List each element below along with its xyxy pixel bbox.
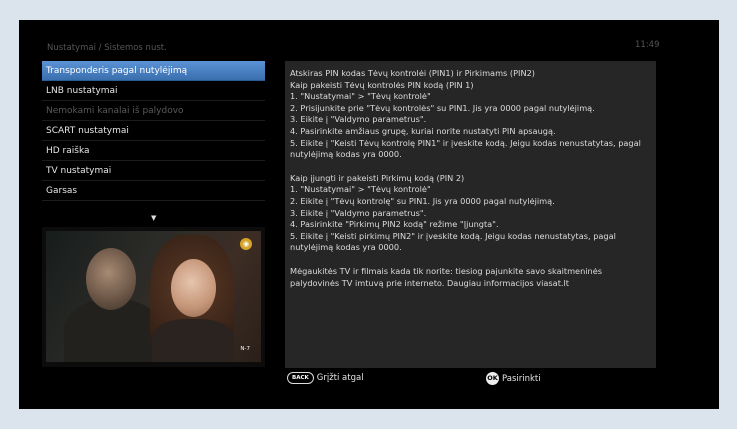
help-line: 4. Pasirinkite amžiaus grupę, kuriai nor… [290,125,556,136]
breadcrumb: Nustatymai / Sistemos nust. [47,43,167,53]
help-line: 1. "Nustatymai" > "Tėvų kontrolė" [290,184,431,195]
back-key-icon: BACK [287,372,314,384]
menu-item-free-satellite-channels: Nemokami kanalai iš palydovo [42,101,265,121]
help-text-panel: Atskiras PIN kodas Tėvų kontrolėi (PIN1)… [285,61,656,368]
help-line: 4. Pasirinkite "Pirkimų PIN2 kodą" režim… [290,219,499,230]
help-line: 3. Eikite į "Valdymo parametrus". [290,207,427,218]
help-line: 5. Eikite į "Keisti Tėvų kontrolę PIN1" … [290,137,641,160]
scroll-down-icon[interactable]: ▼ [151,214,156,222]
video-frame: ◉ N-7 [46,231,261,362]
clock: 11:49 [635,40,660,50]
help-line: 2. Prisijunkite prie "Tėvų kontrolės" su… [290,102,595,113]
menu-item-audio[interactable]: Garsas [42,181,265,201]
channel-logo-icon: ◉ [240,238,252,250]
help-line: 3. Eikite į "Valdymo parametrus". [290,114,427,125]
video-figure-woman-face [171,259,216,317]
help-line: 5. Eikite į "Keisti pirkimų PIN2" ir įve… [290,230,616,253]
select-button[interactable]: OK Pasirinkti [486,372,541,385]
menu-item-hd-resolution[interactable]: HD raiška [42,141,265,161]
menu-item-tv-settings[interactable]: TV nustatymai [42,161,265,181]
select-label: Pasirinkti [502,373,541,384]
help-line: Kaip pakeisti Tėvų kontrolės PIN kodą (P… [290,79,474,90]
back-button[interactable]: BACK Grįžti atgal [287,372,364,384]
help-promo: Mėgaukitės TV ir filmais kada tik norite… [290,265,603,288]
video-preview: ◉ N-7 [42,227,265,367]
video-figure-woman-body [152,319,234,362]
back-label: Grįžti atgal [316,373,364,383]
menu-item-default-transponder[interactable]: Transponderis pagal nutylėjimą [42,61,265,81]
help-line: 1. "Nustatymai" > "Tėvų kontrolė" [290,91,431,102]
help-line: Kaip įjungti ir pakeisti Pirkimų kodą (P… [290,172,465,183]
video-figure-man-head [86,248,136,310]
help-line: 2. Eikite į "Tėvų kontrolę" su PIN1. Jis… [290,195,555,206]
menu-item-lnb-settings[interactable]: LNB nustatymai [42,81,265,101]
menu-item-scart-settings[interactable]: SCART nustatymai [42,121,265,141]
help-title: Atskiras PIN kodas Tėvų kontrolėi (PIN1)… [290,68,535,78]
ok-key-icon: OK [486,372,499,385]
settings-menu: Transponderis pagal nutylėjimą LNB nusta… [42,61,265,201]
age-rating-badge: N-7 [240,346,250,352]
